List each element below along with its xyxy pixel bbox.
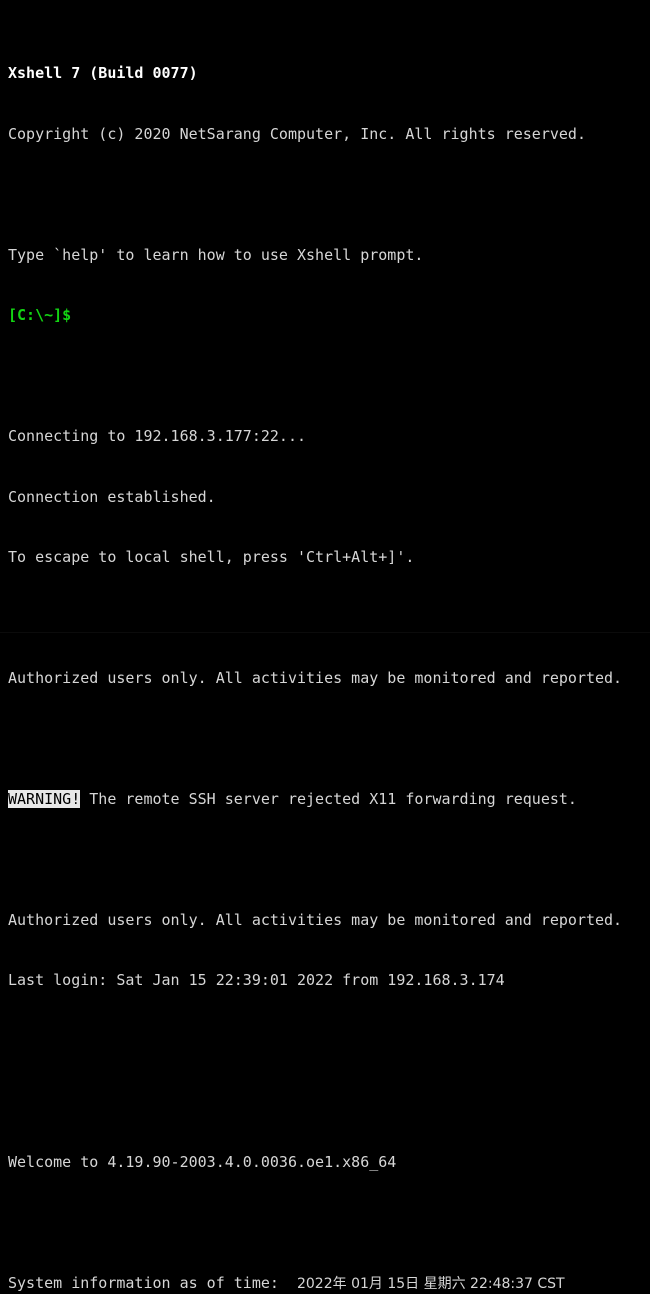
authorized-banner-line-2: Authorized users only. All activities ma…	[8, 910, 623, 929]
system-information-line: System information as of time: 2022年 01月…	[8, 1273, 650, 1293]
bottom-divider	[0, 632, 650, 633]
terminal-screen[interactable]: Xshell 7 (Build 0077) Copyright (c) 2020…	[0, 0, 650, 1292]
x11-warning-line: WARNING! The remote SSH server rejected …	[8, 789, 650, 809]
xshell-help-hint-line: Type `help' to learn how to use Xshell p…	[8, 245, 424, 264]
warning-badge: WARNING!	[8, 789, 81, 808]
local-shell-prompt: [C:\~]$	[8, 306, 72, 325]
escape-hint-line: To escape to local shell, press 'Ctrl+Al…	[8, 548, 415, 567]
system-information-datetime: 2022年 01月 15日 星期六 22:48:37 CST	[296, 1275, 565, 1292]
connecting-line: Connecting to 192.168.3.177:22...	[8, 427, 307, 446]
last-login-line: Last login: Sat Jan 15 22:39:01 2022 fro…	[8, 971, 505, 990]
connection-established-line: Connection established.	[8, 487, 216, 506]
xshell-copyright-line: Copyright (c) 2020 NetSarang Computer, I…	[8, 124, 586, 143]
welcome-kernel-line: Welcome to 4.19.90-2003.4.0.0036.oe1.x86…	[8, 1152, 397, 1171]
xshell-title-line: Xshell 7 (Build 0077)	[8, 64, 198, 83]
system-information-label: System information as of time:	[8, 1273, 297, 1292]
authorized-banner-line-1: Authorized users only. All activities ma…	[8, 669, 623, 687]
warning-message-text: The remote SSH server rejected X11 forwa…	[80, 789, 577, 808]
